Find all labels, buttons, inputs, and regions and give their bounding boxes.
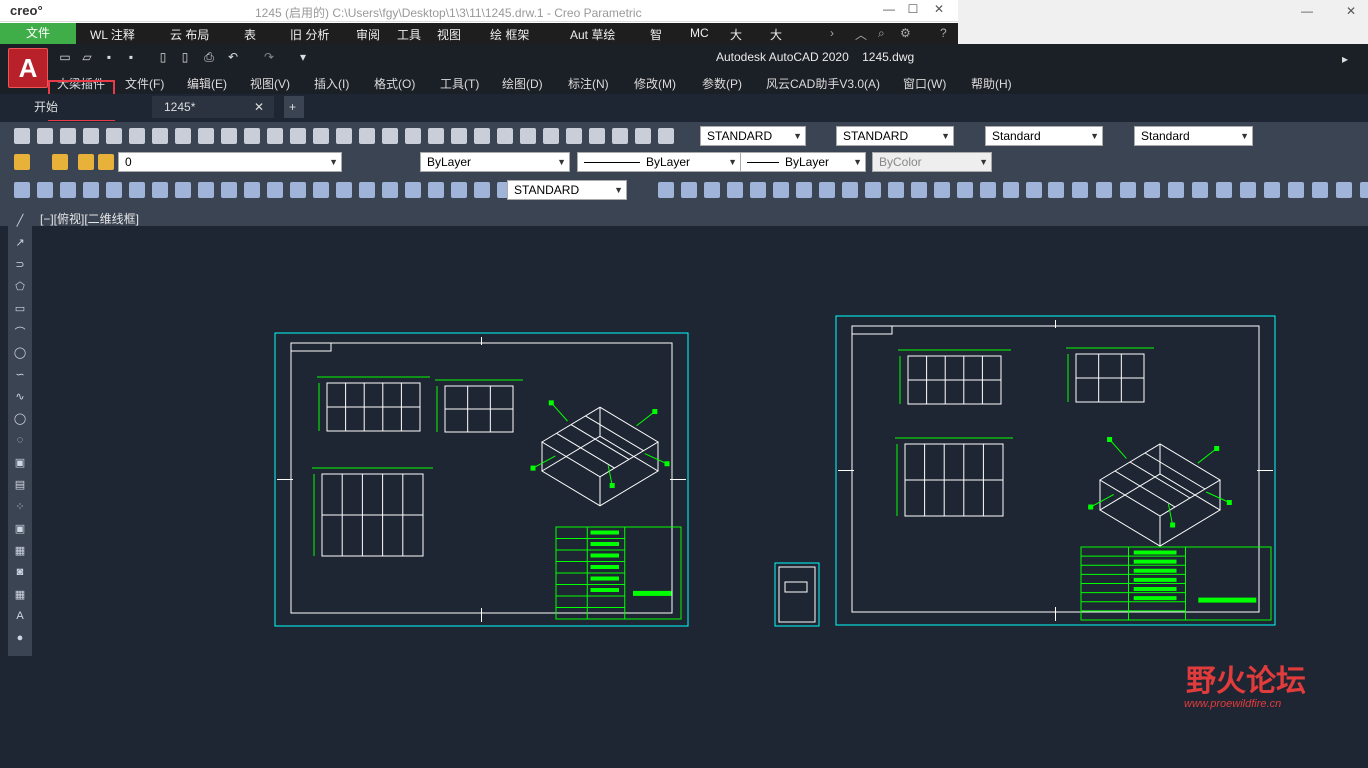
title-block-name bbox=[1198, 597, 1257, 603]
sheet-frame bbox=[835, 315, 1276, 626]
title-block-text bbox=[590, 542, 619, 546]
balloon bbox=[548, 400, 554, 406]
title-block-text bbox=[1133, 559, 1177, 564]
title-block-text bbox=[1133, 596, 1177, 601]
leader-line bbox=[636, 411, 656, 427]
iso-member bbox=[1114, 470, 1176, 508]
watermark: 野火论坛 www.proewildfire.cn bbox=[1180, 656, 1360, 714]
title-block-name bbox=[633, 590, 672, 596]
watermark-url: www.proewildfire.cn bbox=[1184, 698, 1282, 710]
leader-line bbox=[550, 402, 568, 422]
leader-line bbox=[1090, 493, 1115, 508]
sheet-tag bbox=[851, 325, 893, 335]
balloon bbox=[1088, 504, 1094, 510]
title-block-text bbox=[590, 565, 619, 569]
leader-line bbox=[1167, 503, 1174, 526]
drawing-canvas[interactable] bbox=[0, 0, 1368, 768]
title-block-text bbox=[590, 588, 619, 592]
balloon bbox=[530, 465, 536, 471]
drawing-sheets bbox=[274, 315, 1276, 627]
title-block-text bbox=[590, 530, 619, 535]
balloon bbox=[664, 461, 670, 467]
thumbnail-border bbox=[778, 566, 816, 623]
balloon bbox=[609, 483, 615, 488]
balloon bbox=[1226, 500, 1232, 505]
balloon bbox=[652, 409, 658, 415]
title-block-text bbox=[590, 553, 619, 558]
leader-line bbox=[532, 455, 556, 469]
title-block-text bbox=[590, 576, 619, 581]
leader-line bbox=[1205, 491, 1230, 503]
leader-line bbox=[1109, 439, 1127, 459]
iso-member bbox=[556, 432, 615, 469]
sheet-border bbox=[851, 325, 1260, 613]
leader-line bbox=[1197, 448, 1218, 464]
title-block-text bbox=[1133, 550, 1177, 555]
title-block-text bbox=[1133, 568, 1177, 573]
title-block-text bbox=[1133, 577, 1177, 582]
leader-line bbox=[644, 453, 668, 465]
watermark-name: 野火论坛 bbox=[1186, 664, 1306, 699]
balloon bbox=[1107, 437, 1113, 442]
leader-line bbox=[607, 465, 613, 486]
balloon bbox=[1170, 522, 1176, 528]
balloon bbox=[1214, 446, 1220, 451]
thumbnail-frame bbox=[774, 562, 820, 627]
iso-member bbox=[1144, 452, 1206, 490]
title-block-text bbox=[1133, 587, 1177, 591]
sheet-tag bbox=[290, 342, 332, 352]
thumbnail-view bbox=[784, 581, 808, 593]
